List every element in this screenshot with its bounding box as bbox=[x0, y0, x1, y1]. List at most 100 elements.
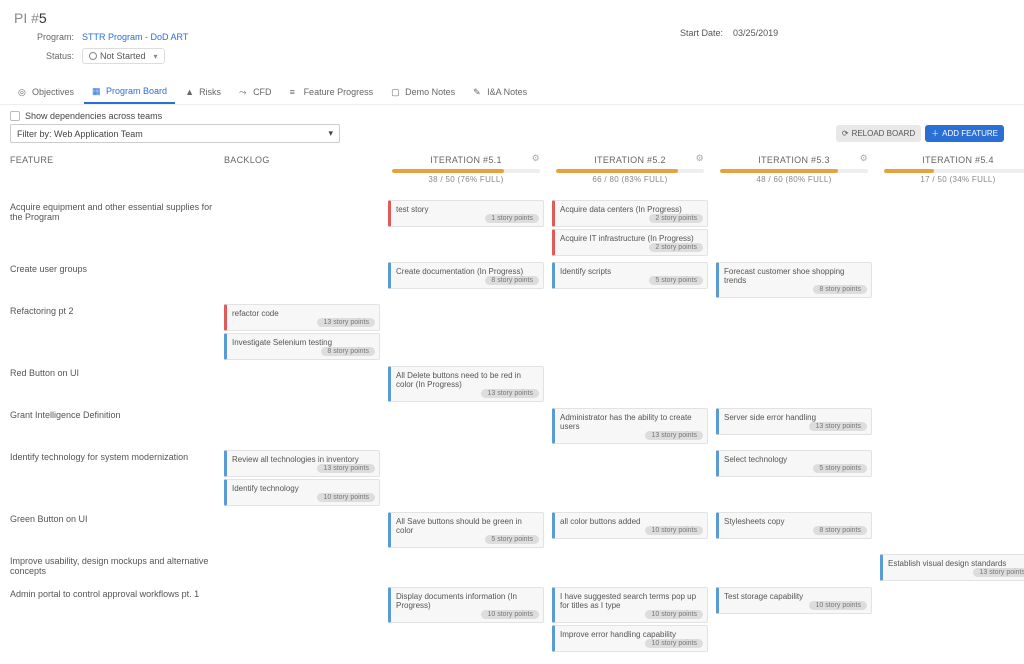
board-cell[interactable]: I have suggested search terms pop up for… bbox=[550, 585, 710, 654]
board-cell[interactable] bbox=[878, 260, 1024, 300]
board-cell[interactable]: Test storage capability10 story points bbox=[714, 585, 874, 654]
story-points-badge: 5 story points bbox=[485, 535, 539, 544]
board-cell[interactable] bbox=[386, 552, 546, 583]
story-card[interactable]: Test storage capability10 story points bbox=[716, 587, 872, 614]
card-title: Acquire IT infrastructure (In Progress) bbox=[560, 234, 702, 243]
status-select[interactable]: Not Started bbox=[82, 48, 165, 64]
board-cell[interactable]: Stylesheets copy8 story points bbox=[714, 510, 874, 550]
story-points-badge: 8 story points bbox=[813, 285, 867, 294]
board-cell[interactable]: Acquire data centers (In Progress)2 stor… bbox=[550, 198, 710, 258]
status-icon bbox=[89, 52, 97, 60]
board-cell[interactable] bbox=[714, 302, 874, 362]
filter-select[interactable]: Filter by: Web Application Team ▾ bbox=[10, 124, 340, 143]
board-cell[interactable] bbox=[878, 198, 1024, 258]
story-card[interactable]: Select technology5 story points bbox=[716, 450, 872, 477]
dependencies-checkbox[interactable] bbox=[10, 111, 20, 121]
board-cell[interactable]: test story1 story points bbox=[386, 198, 546, 258]
tab-feature-progress[interactable]: ≡Feature Progress bbox=[282, 82, 382, 104]
story-card[interactable]: I have suggested search terms pop up for… bbox=[552, 587, 708, 623]
board-cell[interactable]: All Delete buttons need to be red in col… bbox=[386, 364, 546, 404]
tab-label: Program Board bbox=[106, 86, 167, 96]
story-card[interactable]: all color buttons added10 story points bbox=[552, 512, 708, 539]
board-cell[interactable]: Display documents information (In Progre… bbox=[386, 585, 546, 654]
story-card[interactable]: Review all technologies in inventory13 s… bbox=[224, 450, 380, 477]
tab-cfd[interactable]: ⤳CFD bbox=[231, 82, 280, 104]
board-cell[interactable] bbox=[222, 552, 382, 583]
board-cell[interactable]: Administrator has the ability to create … bbox=[550, 406, 710, 446]
board-cell[interactable]: Forecast customer shoe shopping trends8 … bbox=[714, 260, 874, 300]
board-cell[interactable]: refactor code13 story pointsInvestigate … bbox=[222, 302, 382, 362]
board-cell[interactable] bbox=[714, 198, 874, 258]
board-cell[interactable]: Create documentation (In Progress)8 stor… bbox=[386, 260, 546, 300]
board-cell[interactable] bbox=[878, 448, 1024, 508]
target-icon: ◎ bbox=[18, 87, 28, 97]
story-card[interactable]: refactor code13 story points bbox=[224, 304, 380, 331]
story-card[interactable]: Investigate Selenium testing8 story poin… bbox=[224, 333, 380, 360]
tab-objectives[interactable]: ◎Objectives bbox=[10, 82, 82, 104]
board-cell[interactable] bbox=[386, 302, 546, 362]
tab-demo-notes[interactable]: ▢Demo Notes bbox=[383, 82, 463, 104]
story-points-badge: 10 story points bbox=[645, 526, 703, 535]
add-feature-button[interactable]: ＋ ADD FEATURE bbox=[925, 125, 1004, 142]
board-cell[interactable] bbox=[878, 302, 1024, 362]
tab-bar: ◎Objectives▦Program Board▲Risks⤳CFD≡Feat… bbox=[0, 74, 1024, 105]
reload-board-button[interactable]: ⟳ RELOAD BOARD bbox=[836, 125, 921, 142]
board-cell[interactable]: Establish visual design standards13 stor… bbox=[878, 552, 1024, 583]
story-card[interactable]: Administrator has the ability to create … bbox=[552, 408, 708, 444]
note-icon: ✎ bbox=[473, 87, 483, 97]
story-card[interactable]: Establish visual design standards13 stor… bbox=[880, 554, 1024, 581]
story-points-badge: 13 story points bbox=[645, 431, 703, 440]
board-cell[interactable]: all color buttons added10 story points bbox=[550, 510, 710, 550]
board-cell[interactable]: Server side error handling13 story point… bbox=[714, 406, 874, 446]
board-cell[interactable] bbox=[222, 510, 382, 550]
story-card[interactable]: Server side error handling13 story point… bbox=[716, 408, 872, 435]
story-card[interactable]: Display documents information (In Progre… bbox=[388, 587, 544, 623]
board-cell[interactable] bbox=[222, 260, 382, 300]
board-cell[interactable] bbox=[550, 302, 710, 362]
story-card[interactable]: Create documentation (In Progress)8 stor… bbox=[388, 262, 544, 289]
board-cell[interactable]: Identify scripts5 story points bbox=[550, 260, 710, 300]
tab-program-board[interactable]: ▦Program Board bbox=[84, 82, 175, 104]
board-cell[interactable] bbox=[550, 364, 710, 404]
board-cell[interactable] bbox=[714, 552, 874, 583]
tab-i-a-notes[interactable]: ✎I&A Notes bbox=[465, 82, 535, 104]
board-cell[interactable] bbox=[878, 406, 1024, 446]
card-title: Administrator has the ability to create … bbox=[560, 413, 702, 431]
gear-icon[interactable]: ⚙ bbox=[532, 153, 540, 164]
board-cell[interactable] bbox=[550, 448, 710, 508]
story-card[interactable]: Forecast customer shoe shopping trends8 … bbox=[716, 262, 872, 298]
board-cell[interactable]: Review all technologies in inventory13 s… bbox=[222, 448, 382, 508]
story-card[interactable]: Improve error handling capability10 stor… bbox=[552, 625, 708, 652]
story-card[interactable]: All Save buttons should be green in colo… bbox=[388, 512, 544, 548]
story-card[interactable]: Identify scripts5 story points bbox=[552, 262, 708, 289]
board-cell[interactable] bbox=[386, 448, 546, 508]
screen-icon: ▢ bbox=[391, 87, 401, 97]
board-cell[interactable] bbox=[878, 364, 1024, 404]
board-cell[interactable]: Select technology5 story points bbox=[714, 448, 874, 508]
board-cell[interactable] bbox=[222, 585, 382, 654]
board-cell[interactable] bbox=[550, 552, 710, 583]
story-points-badge: 8 story points bbox=[321, 347, 375, 356]
board-cell[interactable] bbox=[878, 585, 1024, 654]
story-card[interactable]: Acquire data centers (In Progress)2 stor… bbox=[552, 200, 708, 227]
card-title: Establish visual design standards bbox=[888, 559, 1024, 568]
story-card[interactable]: Acquire IT infrastructure (In Progress)2… bbox=[552, 229, 708, 256]
board-cell[interactable] bbox=[386, 406, 546, 446]
program-link[interactable]: STTR Program - DoD ART bbox=[82, 32, 188, 42]
tab-risks[interactable]: ▲Risks bbox=[177, 82, 229, 104]
board-cell[interactable] bbox=[222, 406, 382, 446]
story-card[interactable]: Stylesheets copy8 story points bbox=[716, 512, 872, 539]
board-cell[interactable] bbox=[222, 198, 382, 258]
card-title: Test storage capability bbox=[724, 592, 866, 601]
story-card[interactable]: test story1 story points bbox=[388, 200, 544, 227]
gear-icon[interactable]: ⚙ bbox=[696, 153, 704, 164]
story-card[interactable]: Identify technology10 story points bbox=[224, 479, 380, 506]
board-cell[interactable] bbox=[878, 510, 1024, 550]
story-card[interactable]: All Delete buttons need to be red in col… bbox=[388, 366, 544, 402]
board-cell[interactable]: All Save buttons should be green in colo… bbox=[386, 510, 546, 550]
iteration-name: ITERATION #5.2 bbox=[552, 155, 708, 165]
card-title: All Save buttons should be green in colo… bbox=[396, 517, 538, 535]
gear-icon[interactable]: ⚙ bbox=[860, 153, 868, 164]
board-cell[interactable] bbox=[222, 364, 382, 404]
board-cell[interactable] bbox=[714, 364, 874, 404]
